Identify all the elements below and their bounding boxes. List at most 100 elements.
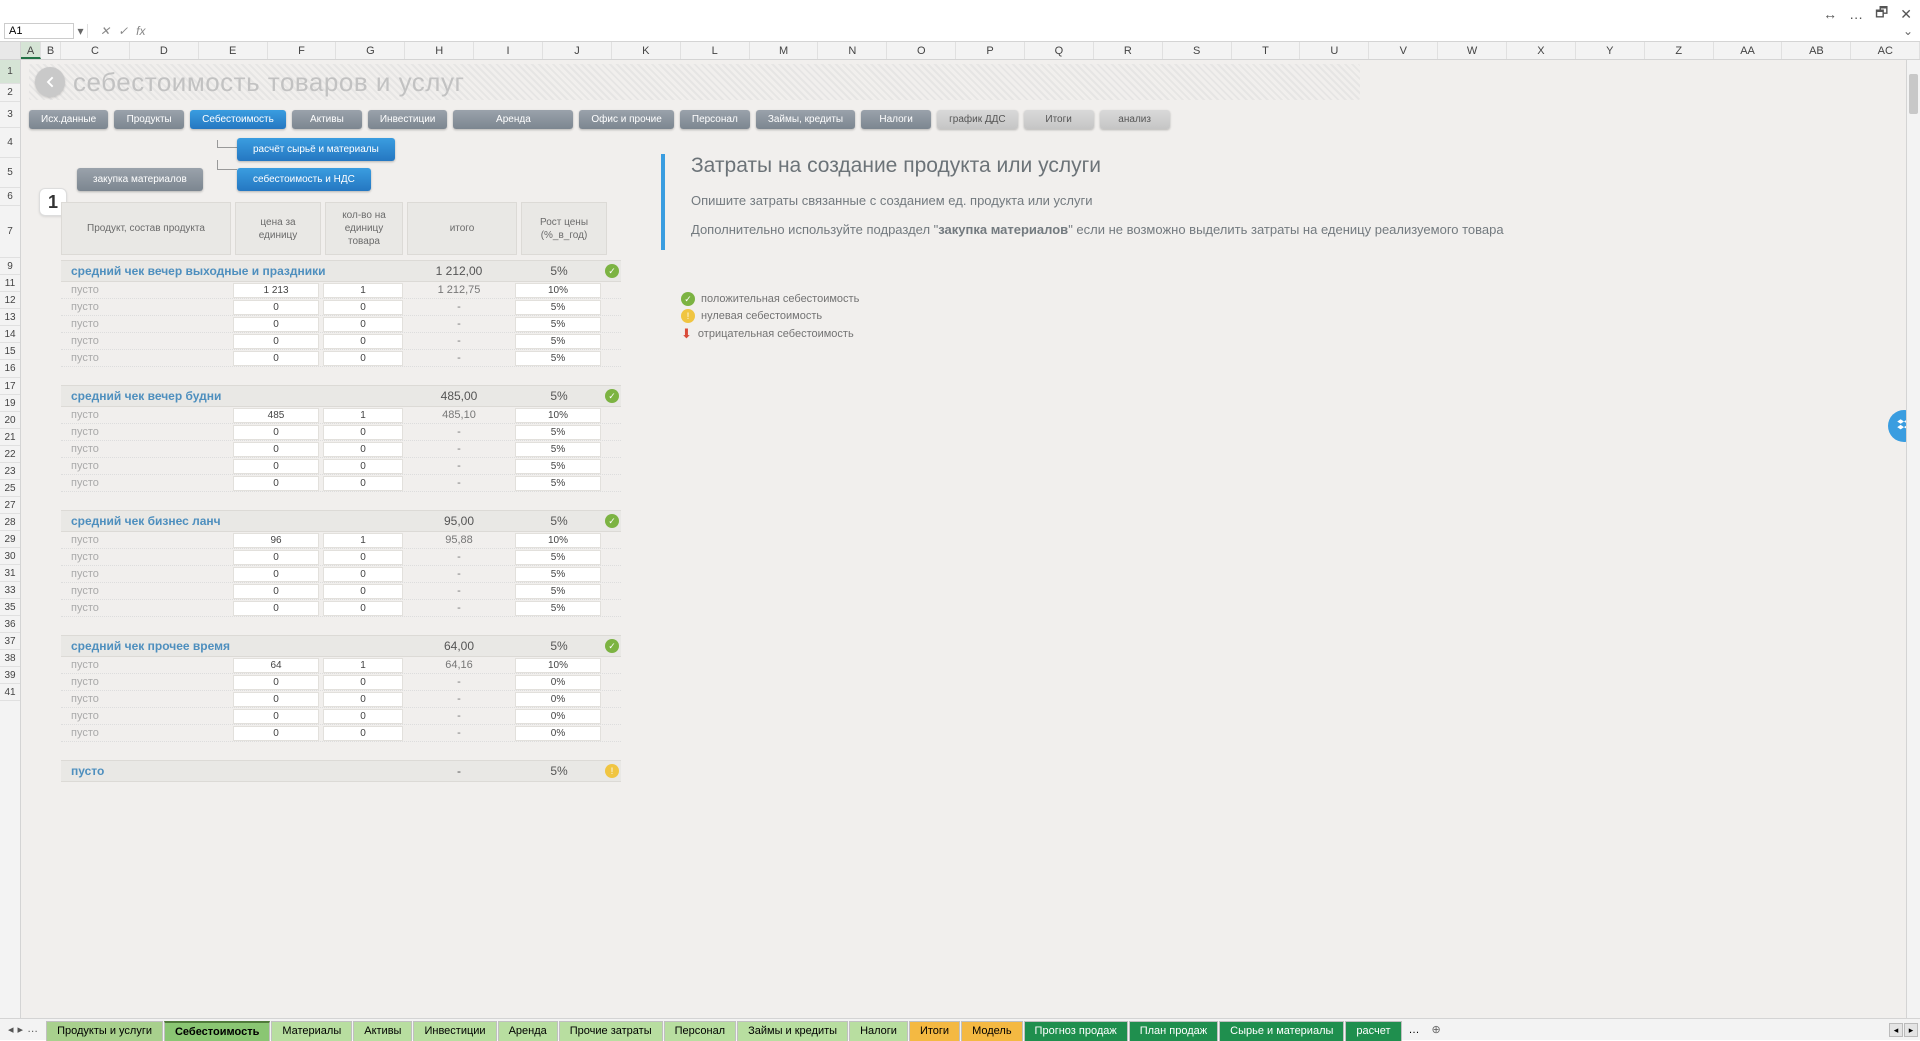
col-header-G[interactable]: G	[336, 42, 405, 59]
select-all-corner[interactable]	[0, 42, 21, 59]
row-header-31[interactable]: 31	[0, 565, 20, 582]
nav-tab-12[interactable]: анализ	[1100, 110, 1170, 129]
row-qty[interactable]: 0	[323, 425, 403, 440]
row-qty[interactable]: 0	[323, 317, 403, 332]
sheet-tab-7[interactable]: Персонал	[664, 1021, 737, 1041]
nav-tab-5[interactable]: Аренда	[453, 110, 573, 129]
row-name[interactable]: пусто	[61, 727, 233, 739]
row-name[interactable]: пусто	[61, 284, 233, 296]
row-growth[interactable]: 0%	[515, 726, 601, 741]
row-name[interactable]: пусто	[61, 301, 233, 313]
nav-tab-4[interactable]: Инвестиции	[368, 110, 448, 129]
sheet-tab-3[interactable]: Активы	[353, 1021, 412, 1041]
row-price[interactable]: 0	[233, 317, 319, 332]
hscroll-right-icon[interactable]: ▸	[1904, 1023, 1918, 1037]
formula-input[interactable]	[151, 25, 1900, 37]
row-growth[interactable]: 10%	[515, 533, 601, 548]
window-close-icon[interactable]: ✕	[1900, 6, 1912, 23]
row-header-13[interactable]: 13	[0, 309, 20, 326]
row-price[interactable]: 64	[233, 658, 319, 673]
sheet-tab-6[interactable]: Прочие затраты	[559, 1021, 663, 1041]
row-name[interactable]: пусто	[61, 534, 233, 546]
row-header-39[interactable]: 39	[0, 667, 20, 684]
sub-btn-purchase-materials[interactable]: закупка материалов	[77, 168, 203, 191]
row-header-41[interactable]: 41	[0, 684, 20, 701]
row-name[interactable]: пусто	[61, 460, 233, 472]
nav-tab-8[interactable]: Займы, кредиты	[756, 110, 855, 129]
col-header-L[interactable]: L	[681, 42, 750, 59]
row-price[interactable]: 96	[233, 533, 319, 548]
sheet-nav-first-icon[interactable]: ◂	[8, 1023, 14, 1036]
row-price[interactable]: 0	[233, 442, 319, 457]
row-name[interactable]: пусто	[61, 585, 233, 597]
row-header-28[interactable]: 28	[0, 514, 20, 531]
sub-btn-cost-vat[interactable]: себестоимость и НДС	[237, 168, 371, 191]
sheet-add-icon[interactable]: ⊕	[1426, 1023, 1447, 1036]
row-growth[interactable]: 10%	[515, 283, 601, 298]
row-name[interactable]: пусто	[61, 568, 233, 580]
scrollbar-thumb[interactable]	[1909, 74, 1918, 114]
row-growth[interactable]: 5%	[515, 334, 601, 349]
sheet-ellipsis[interactable]: …	[27, 1023, 38, 1036]
row-qty[interactable]: 0	[323, 601, 403, 616]
row-price[interactable]: 0	[233, 425, 319, 440]
sheet-ellipsis-right[interactable]: …	[1403, 1024, 1426, 1036]
col-header-Z[interactable]: Z	[1645, 42, 1714, 59]
col-header-T[interactable]: T	[1232, 42, 1301, 59]
row-growth[interactable]: 5%	[515, 351, 601, 366]
row-price[interactable]: 0	[233, 334, 319, 349]
row-header-7[interactable]: 7	[0, 206, 20, 258]
sheet-tab-12[interactable]: Прогноз продаж	[1024, 1021, 1128, 1041]
sheet-tab-13[interactable]: План продаж	[1129, 1021, 1218, 1041]
row-header-33[interactable]: 33	[0, 582, 20, 599]
row-price[interactable]: 0	[233, 601, 319, 616]
col-header-I[interactable]: I	[474, 42, 543, 59]
row-qty[interactable]: 0	[323, 709, 403, 724]
col-header-A[interactable]: A	[21, 42, 41, 59]
col-header-S[interactable]: S	[1163, 42, 1232, 59]
row-name[interactable]: пусто	[61, 335, 233, 347]
nav-tab-3[interactable]: Активы	[292, 110, 362, 129]
row-growth[interactable]: 5%	[515, 567, 601, 582]
nav-tab-7[interactable]: Персонал	[680, 110, 750, 129]
row-header-2[interactable]: 2	[0, 84, 20, 102]
row-name[interactable]: пусто	[61, 693, 233, 705]
row-header-4[interactable]: 4	[0, 128, 20, 158]
row-growth[interactable]: 5%	[515, 459, 601, 474]
row-header-21[interactable]: 21	[0, 429, 20, 446]
row-growth[interactable]: 5%	[515, 584, 601, 599]
row-growth[interactable]: 10%	[515, 408, 601, 423]
row-header-1[interactable]: 1	[0, 60, 20, 84]
row-header-19[interactable]: 19	[0, 395, 20, 412]
row-price[interactable]: 0	[233, 300, 319, 315]
vertical-scrollbar[interactable]	[1906, 60, 1920, 1018]
window-restore-icon[interactable]: 🗗	[1875, 2, 1888, 26]
sheet-tab-1[interactable]: Себестоимость	[164, 1021, 270, 1041]
row-header-38[interactable]: 38	[0, 650, 20, 667]
row-header-9[interactable]: 9	[0, 258, 20, 275]
row-price[interactable]: 0	[233, 567, 319, 582]
row-header-37[interactable]: 37	[0, 633, 20, 650]
col-header-Q[interactable]: Q	[1025, 42, 1094, 59]
nav-tab-11[interactable]: Итоги	[1024, 110, 1094, 129]
row-header-11[interactable]: 11	[0, 275, 20, 292]
row-growth[interactable]: 5%	[515, 300, 601, 315]
col-header-AC[interactable]: AC	[1851, 42, 1920, 59]
row-name[interactable]: пусто	[61, 659, 233, 671]
sheet-content[interactable]: себестоимость товаров и услуг Исх.данные…	[21, 60, 1920, 1020]
sheet-tab-0[interactable]: Продукты и услуги	[46, 1021, 163, 1041]
col-header-P[interactable]: P	[956, 42, 1025, 59]
nav-tab-2[interactable]: Себестоимость	[190, 110, 286, 129]
sheet-tab-4[interactable]: Инвестиции	[413, 1021, 496, 1041]
row-qty[interactable]: 0	[323, 334, 403, 349]
row-growth[interactable]: 10%	[515, 658, 601, 673]
sheet-tab-8[interactable]: Займы и кредиты	[737, 1021, 848, 1041]
hscroll-left-icon[interactable]: ◂	[1889, 1023, 1903, 1037]
sheet-tab-14[interactable]: Сырье и материалы	[1219, 1021, 1344, 1041]
row-qty[interactable]: 0	[323, 351, 403, 366]
row-header-15[interactable]: 15	[0, 343, 20, 360]
col-header-AB[interactable]: AB	[1782, 42, 1851, 59]
row-qty[interactable]: 0	[323, 442, 403, 457]
row-growth[interactable]: 5%	[515, 442, 601, 457]
sheet-tab-9[interactable]: Налоги	[849, 1021, 908, 1041]
